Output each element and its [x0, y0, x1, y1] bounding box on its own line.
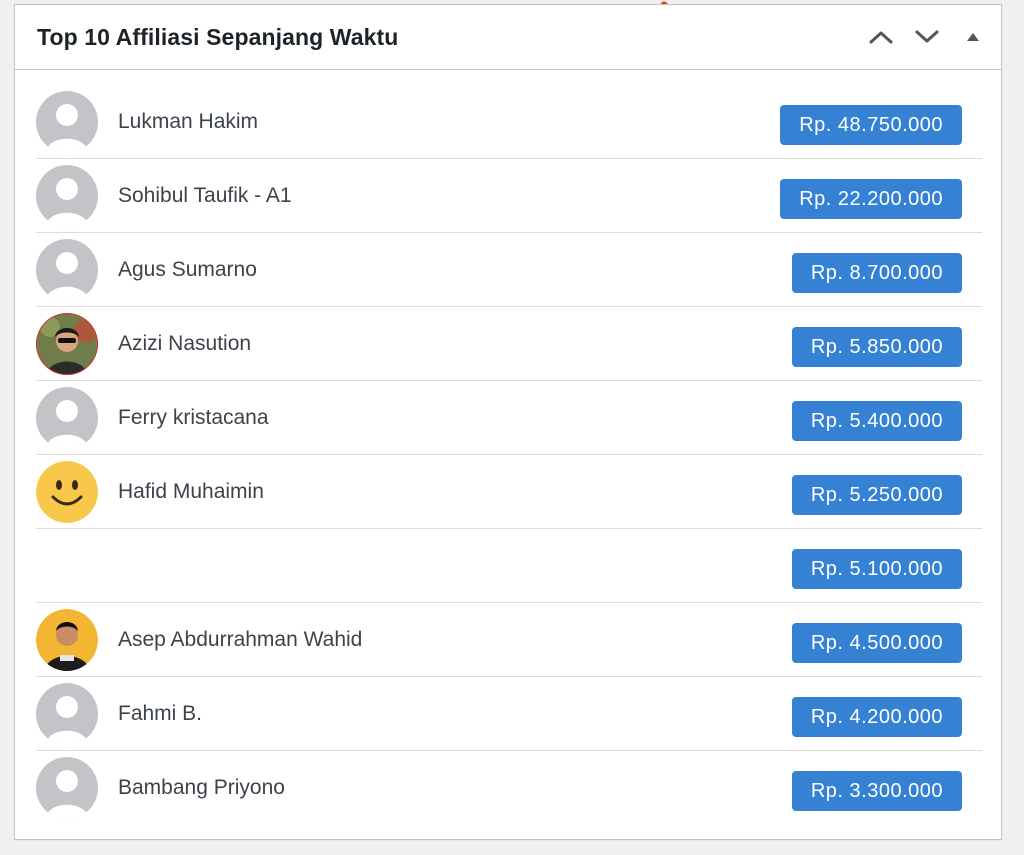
affiliate-name: Bambang Priyono — [118, 776, 285, 799]
widget-title: Top 10 Affiliasi Sepanjang Waktu — [37, 24, 399, 50]
chevron-down-icon — [915, 30, 939, 43]
default-avatar-icon — [36, 387, 98, 449]
list-item: Azizi Nasution Rp. 5.850.000 — [36, 307, 982, 381]
photo-avatar-icon — [36, 609, 98, 671]
default-avatar-icon — [36, 757, 98, 819]
chevron-up-icon — [869, 31, 893, 44]
default-avatar-icon — [36, 683, 98, 745]
smiley-avatar-icon — [36, 461, 98, 523]
list-item: Asep Abdurrahman Wahid Rp. 4.500.000 — [36, 603, 982, 677]
toggle-panel-button[interactable] — [959, 23, 987, 51]
move-up-button[interactable] — [867, 23, 895, 51]
affiliate-name: Sohibul Taufik - A1 — [118, 184, 292, 207]
amount-badge: Rp. 5.850.000 — [791, 327, 962, 367]
affiliate-name: Lukman Hakim — [118, 110, 259, 133]
default-avatar-icon — [36, 165, 98, 227]
affiliate-list: Lukman Hakim Rp. 48.750.000 Sohibul Tauf… — [36, 85, 982, 825]
list-item: Fahmi B. Rp. 4.200.000 — [36, 677, 982, 751]
list-item: Bambang Priyono Rp. 3.300.000 — [36, 751, 982, 825]
default-avatar-icon — [36, 239, 98, 301]
top-affiliates-widget: Top 10 Affiliasi Sepanjang Waktu Lukman … — [14, 4, 1002, 840]
affiliate-name: Fahmi B. — [118, 702, 203, 725]
list-item: Rp. 5.100.000 — [36, 529, 982, 603]
amount-badge: Rp. 5.400.000 — [791, 401, 962, 441]
affiliate-name: Agus Sumarno — [118, 258, 257, 281]
amount-badge: Rp. 8.700.000 — [791, 253, 962, 293]
widget-controls — [867, 23, 987, 51]
list-item: Hafid Muhaimin Rp. 5.250.000 — [36, 455, 982, 529]
triangle-up-icon — [967, 33, 979, 41]
affiliate-name: Asep Abdurrahman Wahid — [118, 628, 363, 651]
photo-avatar-icon — [36, 313, 98, 375]
amount-badge: Rp. 48.750.000 — [780, 105, 962, 145]
affiliate-name: Azizi Nasution — [118, 332, 252, 355]
move-down-button[interactable] — [913, 23, 941, 51]
affiliate-name: Hafid Muhaimin — [118, 480, 264, 503]
list-item: Ferry kristacana Rp. 5.400.000 — [36, 381, 982, 455]
amount-badge: Rp. 5.250.000 — [791, 475, 962, 515]
list-item: Agus Sumarno Rp. 8.700.000 — [36, 233, 982, 307]
widget-header: Top 10 Affiliasi Sepanjang Waktu — [15, 5, 1001, 70]
list-item: Sohibul Taufik - A1 Rp. 22.200.000 — [36, 159, 982, 233]
affiliate-name: Ferry kristacana — [118, 406, 269, 429]
default-avatar-icon — [36, 91, 98, 153]
amount-badge: Rp. 3.300.000 — [791, 771, 962, 811]
amount-badge: Rp. 4.500.000 — [791, 623, 962, 663]
list-item: Lukman Hakim Rp. 48.750.000 — [36, 85, 982, 159]
amount-badge: Rp. 4.200.000 — [791, 697, 962, 737]
amount-badge: Rp. 5.100.000 — [791, 549, 962, 589]
amount-badge: Rp. 22.200.000 — [780, 179, 962, 219]
